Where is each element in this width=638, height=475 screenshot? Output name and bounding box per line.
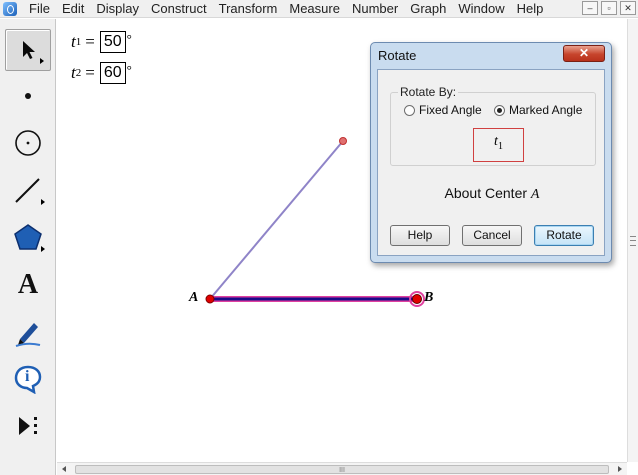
text-tool[interactable]: A — [5, 264, 51, 306]
toolbox: A i — [0, 19, 56, 475]
pentagon-icon — [14, 224, 42, 250]
menu-bar: File Edit Display Construct Transform Me… — [0, 0, 638, 18]
menu-file[interactable]: File — [23, 0, 56, 18]
point-b-label[interactable]: B — [424, 290, 433, 306]
circle-icon — [15, 130, 41, 156]
dialog-body: Rotate By: Fixed Angle Marked Angle t1 A… — [377, 69, 605, 256]
custom-tool[interactable] — [5, 405, 51, 447]
scroll-grip-icon: III — [339, 467, 345, 474]
menu-graph[interactable]: Graph — [404, 0, 452, 18]
point-b[interactable] — [412, 294, 422, 304]
scroll-grip-icon — [630, 236, 636, 246]
rotate-button[interactable]: Rotate — [534, 225, 594, 246]
more-tools-arrow-icon — [41, 246, 45, 252]
menu-number[interactable]: Number — [346, 0, 404, 18]
point-a[interactable] — [205, 294, 215, 304]
more-tools-arrow-icon — [41, 199, 45, 205]
marked-angle-label: Marked Angle — [509, 103, 583, 117]
menu-help[interactable]: Help — [511, 0, 550, 18]
menu-window[interactable]: Window — [452, 0, 510, 18]
menu-construct[interactable]: Construct — [145, 0, 213, 18]
app-icon[interactable] — [3, 1, 17, 16]
polygon-tool[interactable] — [5, 216, 51, 258]
marker-tool[interactable] — [5, 311, 51, 353]
center-point-name: A — [530, 187, 540, 202]
straightedge-tool[interactable] — [5, 169, 51, 211]
vertical-scrollbar[interactable] — [627, 19, 638, 462]
rotated-segment[interactable] — [209, 140, 344, 300]
play-more-icon — [19, 417, 37, 435]
minimize-button[interactable]: – — [582, 1, 598, 15]
point-icon — [25, 93, 31, 99]
marked-angle-subscript: 1 — [497, 140, 503, 152]
info-icon-letter: i — [25, 368, 30, 385]
scroll-right-icon[interactable] — [618, 466, 622, 472]
information-tool[interactable]: i — [5, 358, 51, 400]
compass-tool[interactable] — [5, 122, 51, 164]
menu-edit[interactable]: Edit — [56, 0, 90, 18]
marked-angle-radio[interactable]: Marked Angle — [494, 103, 582, 117]
cancel-button[interactable]: Cancel — [462, 225, 522, 246]
close-document-button[interactable]: ✕ — [620, 1, 636, 15]
about-center-label: About Center — [444, 185, 531, 201]
line-icon — [15, 178, 40, 203]
help-button[interactable]: Help — [390, 225, 450, 246]
fixed-angle-radio[interactable]: Fixed Angle — [404, 103, 482, 117]
text-icon: A — [17, 269, 39, 300]
menu-display[interactable]: Display — [90, 0, 145, 18]
scroll-left-icon[interactable] — [62, 466, 66, 472]
marked-angle-field[interactable]: t1 — [473, 128, 524, 162]
rotation-center-text: About Center A — [378, 185, 606, 203]
arrow-tool[interactable] — [5, 29, 51, 71]
window-controls: – ▫ ✕ — [582, 1, 636, 15]
fixed-angle-label: Fixed Angle — [419, 103, 482, 117]
more-tools-arrow-icon — [40, 58, 44, 64]
rotated-point[interactable] — [339, 137, 347, 145]
rotate-dialog: Rotate ✕ Rotate By: Fixed Angle Marked A… — [370, 42, 612, 263]
menu-measure[interactable]: Measure — [283, 0, 346, 18]
pen-icon — [15, 323, 41, 347]
dialog-title: Rotate — [378, 48, 417, 63]
arrow-icon — [23, 41, 35, 59]
radio-checked-icon — [494, 104, 505, 116]
radio-unchecked-icon — [404, 104, 415, 116]
point-a-label[interactable]: A — [189, 290, 198, 306]
point-tool[interactable] — [5, 75, 51, 117]
dialog-close-button[interactable]: ✕ — [563, 45, 605, 62]
horizontal-scrollbar[interactable]: III — [57, 462, 627, 475]
restore-button[interactable]: ▫ — [601, 1, 617, 15]
rotate-by-label: Rotate By: — [398, 85, 459, 99]
menu-transform[interactable]: Transform — [213, 0, 284, 18]
horizontal-scroll-thumb[interactable]: III — [75, 465, 609, 474]
